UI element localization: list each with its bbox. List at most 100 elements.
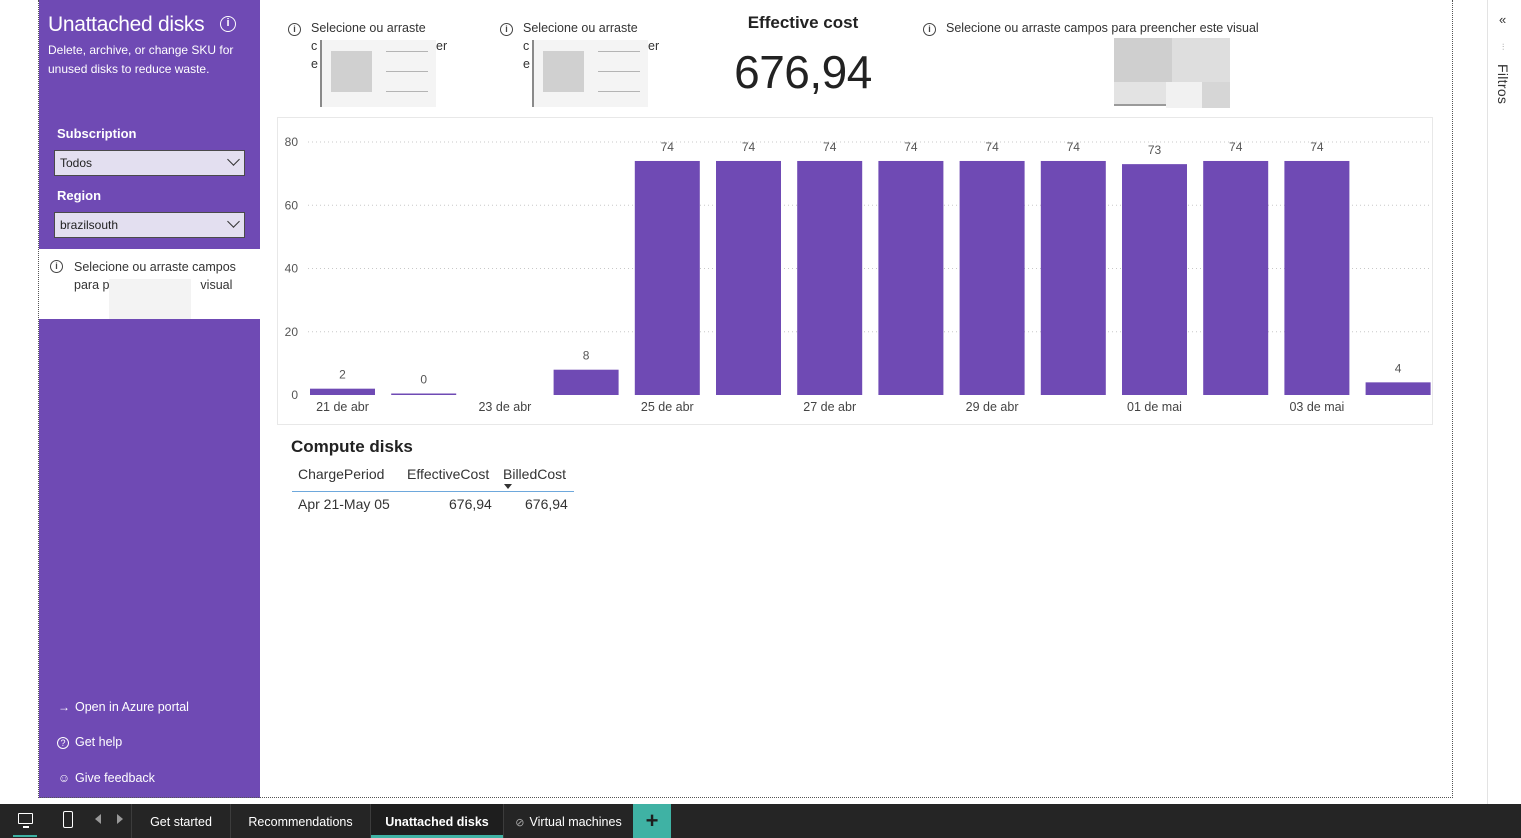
- desktop-layout-icon[interactable]: [11, 807, 39, 838]
- data-label: 2: [339, 368, 346, 382]
- thumbnail-block: [1172, 38, 1230, 82]
- data-label: 4: [1395, 361, 1402, 375]
- bar[interactable]: [553, 369, 619, 395]
- help-icon: ?: [57, 737, 69, 749]
- next-page-icon[interactable]: [117, 814, 123, 824]
- bar[interactable]: [391, 393, 457, 396]
- tab-label: Virtual machines: [529, 815, 622, 829]
- give-feedback-link[interactable]: ☺ Give feedback: [57, 771, 155, 785]
- x-tick-label: 25 de abr: [641, 400, 694, 414]
- column-header-effectivecost[interactable]: EffectiveCost: [407, 466, 489, 482]
- placeholder-fragment: er: [436, 39, 448, 53]
- info-icon: i: [288, 23, 301, 36]
- open-azure-portal-label: Open in Azure portal: [75, 700, 189, 714]
- placeholder-line1: Selecione ou arraste campos: [74, 260, 236, 274]
- daily-cost-chart[interactable]: 0 20 40 60 80 2 21 de abr 0 23 de abr 8 74 25 de ab…: [277, 117, 1433, 425]
- empty-visual-placeholder[interactable]: i Selecione ou arraste campos para p vis…: [39, 249, 260, 319]
- tab-get-started[interactable]: Get started: [131, 804, 230, 838]
- region-label: Region: [57, 188, 102, 203]
- get-help-link[interactable]: ? Get help: [57, 735, 122, 749]
- column-header-chargeperiod[interactable]: ChargePeriod: [298, 466, 384, 482]
- x-tick-label: 21 de abr: [316, 400, 369, 414]
- info-icon: i: [50, 260, 63, 273]
- previous-page-icon[interactable]: [95, 814, 101, 824]
- bar[interactable]: [716, 160, 781, 395]
- placeholder-message: Selecione ou arraste campos para preench…: [946, 21, 1259, 35]
- bar[interactable]: [1365, 382, 1431, 395]
- x-tick-label: 03 de mai: [1289, 400, 1344, 414]
- collapse-filters-icon[interactable]: «: [1499, 12, 1506, 27]
- thumbnail-block: [1166, 82, 1202, 108]
- thumbnail-line: [386, 91, 428, 92]
- placeholder-line2b: visual: [200, 278, 233, 292]
- sort-descending-icon: [504, 484, 512, 489]
- card-thumbnail-placeholder: [320, 40, 436, 107]
- card-thumbnail-placeholder: [532, 40, 648, 107]
- chevron-down-icon: [227, 153, 240, 166]
- filter-funnel-icon: ⫶: [1502, 42, 1505, 52]
- data-label: 74: [985, 140, 999, 154]
- placeholder-fragment: e: [523, 57, 530, 71]
- get-help-label: Get help: [75, 735, 123, 749]
- page-title: Unattached disks: [48, 13, 205, 36]
- report-page: Unattached disks i Delete, archive, or c…: [0, 0, 1521, 838]
- monitor-stand: [23, 826, 29, 828]
- subscription-dropdown[interactable]: Todos: [54, 150, 245, 176]
- monitor-shape: [18, 813, 33, 824]
- bar[interactable]: [634, 160, 700, 395]
- kpi-title: Effective cost: [747, 13, 859, 32]
- filters-pane[interactable]: « ⫶ Filtros: [1487, 0, 1521, 804]
- tab-label: Recommendations: [248, 815, 353, 829]
- kpi-value: 676,94: [734, 46, 872, 98]
- data-label: 0: [420, 373, 427, 387]
- column-header-billedcost[interactable]: BilledCost: [503, 466, 566, 482]
- thumbnail-line: [598, 51, 640, 52]
- data-label: 74: [1067, 140, 1081, 154]
- sidebar-panel: Unattached disks i Delete, archive, or c…: [39, 0, 260, 798]
- tab-unattached-disks[interactable]: Unattached disks: [370, 804, 503, 838]
- tab-label: Unattached disks: [385, 815, 489, 829]
- bar[interactable]: [1284, 160, 1350, 395]
- thumbnail-line: [598, 91, 640, 92]
- filters-pane-label[interactable]: Filtros: [1495, 64, 1511, 104]
- thumbnail-square: [331, 51, 372, 92]
- bar[interactable]: [797, 160, 863, 395]
- y-tick-label: 20: [285, 325, 299, 339]
- placeholder-line2a: para p: [74, 278, 110, 292]
- bar[interactable]: [959, 160, 1025, 395]
- table-cell: 676,94: [525, 496, 568, 512]
- bar[interactable]: [310, 388, 375, 395]
- bar[interactable]: [1203, 160, 1269, 395]
- thumbnail-block: [1202, 82, 1230, 108]
- placeholder-message: Selecione ou arraste: [523, 21, 638, 35]
- thumbnail-block: [1114, 38, 1172, 82]
- page-description: Delete, archive, or change SKU for unuse…: [48, 43, 234, 76]
- open-azure-portal-link[interactable]: → Open in Azure portal: [57, 700, 189, 714]
- y-tick-label: 0: [291, 388, 298, 402]
- subscription-value: Todos: [60, 156, 93, 170]
- info-icon[interactable]: i: [220, 16, 236, 32]
- add-page-button[interactable]: +: [633, 804, 671, 838]
- x-tick-label: 29 de abr: [966, 400, 1019, 414]
- placeholder-message: Selecione ou arraste: [311, 21, 426, 35]
- y-tick-label: 60: [285, 198, 299, 212]
- x-tick-label: 23 de abr: [478, 400, 531, 414]
- data-label: 74: [1310, 140, 1324, 154]
- bar[interactable]: [878, 160, 944, 395]
- tab-recommendations[interactable]: Recommendations: [230, 804, 370, 838]
- mobile-layout-icon[interactable]: [63, 811, 73, 828]
- thumbnail-block: [1114, 104, 1166, 106]
- data-label: 8: [583, 349, 590, 363]
- feedback-icon: ☺: [57, 771, 71, 785]
- page-tab-bar: Get started Recommendations Unattached d…: [0, 804, 1521, 838]
- tab-virtual-machines[interactable]: ⊘ Virtual machines: [503, 804, 633, 838]
- data-label: 73: [1148, 143, 1162, 157]
- bar[interactable]: [1040, 160, 1106, 395]
- region-dropdown[interactable]: brazilsouth: [54, 212, 245, 238]
- bar[interactable]: [1122, 164, 1187, 395]
- placeholder-fragment: e: [311, 57, 318, 71]
- placeholder-fragment: c: [311, 39, 318, 53]
- placeholder-fragment: c: [523, 39, 530, 53]
- table-header-divider: [292, 491, 574, 492]
- arrow-right-icon: →: [58, 700, 70, 714]
